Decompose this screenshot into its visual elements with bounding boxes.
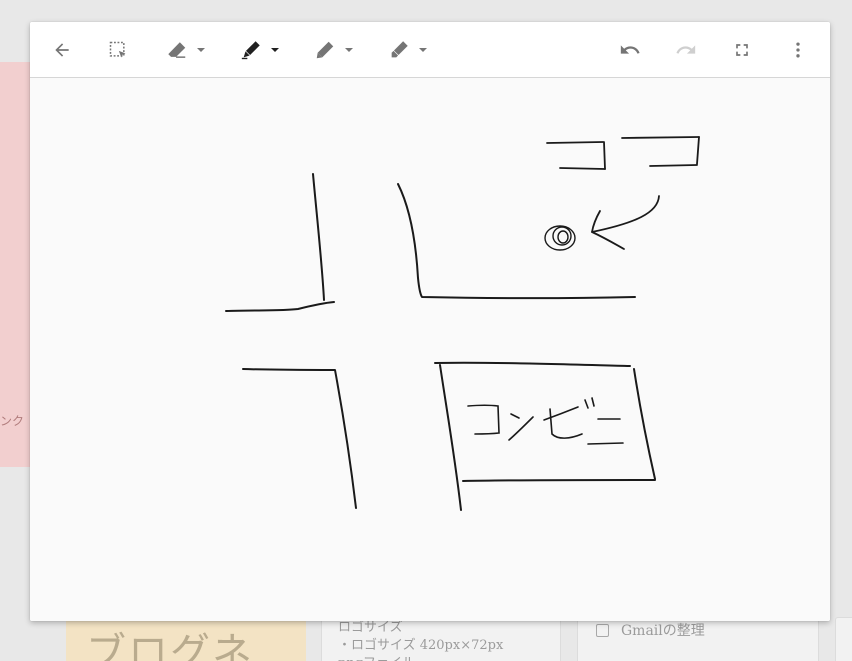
more-vert-icon [796,42,800,58]
background-note-text: ンク [0,414,25,428]
back-arrow-icon [55,43,69,57]
select-icon [109,41,126,58]
background-note-title: ブログネ [86,630,254,661]
background-note-logo: ロゴサイズ ・ロゴサイズ 420px×72px pngファイル [322,618,560,661]
store-outline-stroke [439,364,462,511]
note-line-2: ・ロゴサイズ 420px×72px [338,638,504,653]
screen: ンク ブログネ ロゴサイズ ・ロゴサイズ 420px×72px pngファイル … [0,0,852,661]
pen-dropdown-icon[interactable] [270,48,279,52]
pen-icon [241,41,260,60]
checkbox-icon [596,623,609,637]
background-note-edge [836,618,852,661]
drawing-canvas[interactable] [30,78,830,621]
checklist-row: Gmailの整理 [596,620,705,640]
handwritten-map-sketch [225,136,700,511]
checklist-label: Gmailの整理 [621,623,705,639]
handwriting-koko [546,136,700,170]
road-stroke [225,301,335,312]
select-button[interactable] [104,36,132,64]
redo-icon [676,45,696,54]
store-outline-stroke [633,368,656,480]
marker-tool-button[interactable] [309,36,357,64]
highlighter-tool-button[interactable] [383,36,431,64]
marker-icon [316,41,333,59]
marker-dropdown-icon[interactable] [344,48,353,52]
fullscreen-icon [736,44,748,56]
drawing-dialog [30,22,830,621]
road-stroke [397,183,636,300]
eraser-tool-button[interactable] [161,36,209,64]
background-note-yellow: ブログネ [66,618,306,661]
road-stroke [312,173,325,301]
undo-button[interactable] [616,36,644,64]
eraser-icon [167,42,185,58]
location-scribble [544,225,576,251]
back-button[interactable] [48,36,76,64]
store-outline-stroke [462,479,656,482]
background-note-pink: ンク [0,62,30,467]
fullscreen-button[interactable] [728,36,756,64]
drawing-toolbar [30,22,830,78]
background-note-checklist: Gmailの整理 [578,618,818,661]
highlighter-dropdown-icon[interactable] [418,48,427,52]
pen-tool-button[interactable] [235,36,283,64]
arrow-stroke [591,195,660,250]
undo-icon [620,45,640,54]
redo-button[interactable] [672,36,700,64]
eraser-dropdown-icon[interactable] [196,48,205,52]
store-outline-stroke [434,361,631,367]
note-line-3: pngファイル [338,652,415,661]
more-options-button[interactable] [784,36,812,64]
highlighter-icon [391,41,408,58]
handwriting-konbini [467,397,624,445]
road-stroke [242,368,357,509]
